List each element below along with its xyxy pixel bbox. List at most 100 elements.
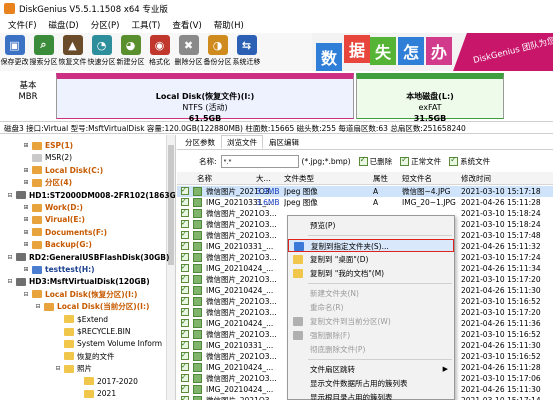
tree-node[interactable]: ⊞ ESP(1) xyxy=(22,139,73,152)
column-header-3[interactable]: 属性 xyxy=(373,172,388,185)
row-checkbox-icon[interactable] xyxy=(181,372,189,383)
tree-node[interactable]: ⊞ testtest(H:) xyxy=(22,263,94,276)
tree-node[interactable]: 2017-2020 xyxy=(74,375,138,388)
column-header-4[interactable]: 短文件名 xyxy=(402,172,432,185)
context-menu-item-12[interactable]: 文件扇区跳转 ▶ xyxy=(288,363,454,376)
table-row[interactable]: IMG_20210331_...3.6MBJpeg 图像AIMG_20~1.JP… xyxy=(177,196,553,208)
row-checkbox-icon[interactable] xyxy=(181,394,189,400)
collapse-icon[interactable]: ⊟ xyxy=(22,291,30,298)
row-checkbox-icon[interactable] xyxy=(181,295,189,306)
menu-item-5[interactable]: 帮助(H) xyxy=(208,19,250,31)
toolbar-button-1[interactable]: ⌕ 搜索分区 xyxy=(29,33,58,71)
row-checkbox-icon[interactable] xyxy=(181,339,189,350)
tree-node[interactable]: ⊞ Work(D:) xyxy=(22,201,82,214)
menu-item-4[interactable]: 查看(V) xyxy=(166,19,207,31)
tree-node[interactable]: $Extend xyxy=(54,313,108,326)
partition-block-recovery[interactable]: Local Disk(恢复文件)(I:) NTFS (活动) 61.5GB xyxy=(56,73,354,123)
tree-node[interactable]: ⊞ Documents(F:) xyxy=(22,226,107,239)
tree-node[interactable]: ⊟ Local Disk(恢复分区)(I:) xyxy=(22,288,137,301)
checkbox-icon[interactable] xyxy=(449,155,459,166)
expand-icon[interactable]: ⊞ xyxy=(22,179,30,186)
context-menu-item-3[interactable]: 复制到 "桌面"(D) xyxy=(288,253,454,266)
expand-icon[interactable]: ⊞ xyxy=(22,216,30,223)
partition-block-local-l[interactable]: 本地磁盘(L:) exFAT 31.5GB xyxy=(356,73,504,123)
checkbox-icon[interactable] xyxy=(358,155,368,166)
toolbar-button-2[interactable]: ▲ 恢复文件 xyxy=(58,33,87,71)
expand-icon[interactable]: ⊞ xyxy=(22,229,30,236)
row-checkbox-icon[interactable] xyxy=(181,262,189,273)
column-header-2[interactable]: 文件类型 xyxy=(284,172,314,185)
tab-2[interactable]: 扇区编辑 xyxy=(263,135,305,149)
menu-item-3[interactable]: 工具(T) xyxy=(125,19,166,31)
column-header-1[interactable]: 大... xyxy=(256,172,271,185)
row-checkbox-icon[interactable] xyxy=(181,350,189,361)
expand-icon[interactable]: ⊞ xyxy=(22,204,30,211)
toolbar-button-7[interactable]: ◑ 备份分区 xyxy=(203,33,232,71)
tab-0[interactable]: 分区参数 xyxy=(179,135,221,149)
expand-icon[interactable]: ⊞ xyxy=(22,142,30,149)
tree-node[interactable]: ⊞ Local Disk(C:) xyxy=(22,164,103,177)
collapse-icon[interactable]: ⊟ xyxy=(6,278,14,285)
context-menu-item-8[interactable]: 复制文件到当前分区(W) xyxy=(288,315,454,328)
toolbar-button-4[interactable]: ◕ 新建分区 xyxy=(116,33,145,71)
menu-item-2[interactable]: 分区(P) xyxy=(85,19,126,31)
row-checkbox-icon[interactable] xyxy=(181,218,189,229)
row-checkbox-icon[interactable] xyxy=(181,240,189,251)
expand-icon[interactable]: ⊞ xyxy=(22,266,30,273)
filter-option-1[interactable]: 正常文件 xyxy=(400,155,441,167)
collapse-icon[interactable]: ⊟ xyxy=(34,303,42,310)
row-checkbox-icon[interactable] xyxy=(181,196,189,207)
tree-node[interactable]: System Volume Inform xyxy=(54,337,162,350)
context-menu-item-6[interactable]: 新建文件夹(N) xyxy=(288,287,454,300)
context-menu-item-4[interactable]: 复制到 "我的文档"(M) xyxy=(288,267,454,280)
tree-node[interactable]: ⊟ HD3:MsftVirtualDisk(120GB) xyxy=(6,275,149,288)
tree-node[interactable]: $RECYCLE.BIN xyxy=(54,325,131,338)
row-checkbox-icon[interactable] xyxy=(181,306,189,317)
row-checkbox-icon[interactable] xyxy=(181,251,189,262)
column-header-0[interactable]: 名称 xyxy=(197,172,212,185)
context-menu-item-7[interactable]: 重命名(R) xyxy=(288,301,454,314)
expand-icon[interactable]: ⊞ xyxy=(22,241,30,248)
context-menu-item-2[interactable]: 复制到指定文件夹(S)... xyxy=(288,239,454,252)
row-checkbox-icon[interactable] xyxy=(181,317,189,328)
filter-option-2[interactable]: 系统文件 xyxy=(449,155,490,167)
context-menu-item-9[interactable]: 强制删除(F) xyxy=(288,329,454,342)
row-checkbox-icon[interactable] xyxy=(181,273,189,284)
tree-node[interactable]: ⊞ Virual(E:) xyxy=(22,213,84,226)
checkbox-icon[interactable] xyxy=(400,155,410,166)
context-menu-item-10[interactable]: 彻底删除文件(P) xyxy=(288,343,454,356)
menu-item-1[interactable]: 磁盘(D) xyxy=(43,19,85,31)
context-menu-item-14[interactable]: 显示根目录占用的簇列表 xyxy=(288,391,454,400)
tree-node[interactable]: ⊟ Local Disk(当前分区)(I:) xyxy=(34,300,149,313)
menu-item-0[interactable]: 文件(F) xyxy=(2,19,43,31)
row-checkbox-icon[interactable] xyxy=(181,185,189,196)
tree-node[interactable]: ⊟ 照片 xyxy=(54,362,92,375)
column-header-5[interactable]: 修改时间 xyxy=(461,172,491,185)
toolbar-button-3[interactable]: ◔ 快速分区 xyxy=(87,33,116,71)
toolbar-button-8[interactable]: ⇆ 系统迁移 xyxy=(232,33,261,71)
tree-node[interactable]: MSR(2) xyxy=(22,151,72,164)
row-checkbox-icon[interactable] xyxy=(181,229,189,240)
promo-banner[interactable]: DiskGenius 团队为您 数据失怎办 xyxy=(312,33,553,71)
name-filter-input[interactable] xyxy=(220,154,299,168)
row-checkbox-icon[interactable] xyxy=(181,328,189,339)
collapse-icon[interactable]: ⊟ xyxy=(54,365,62,372)
row-checkbox-icon[interactable] xyxy=(181,207,189,218)
row-checkbox-icon[interactable] xyxy=(181,284,189,295)
filter-option-0[interactable]: 已删除 xyxy=(358,155,392,167)
tab-1[interactable]: 浏览文件 xyxy=(221,135,263,149)
tree-node[interactable]: ⊟ RD2:GeneralUSBFlashDisk(30GB) xyxy=(6,251,169,264)
tree-node[interactable]: ⊞ Backup(G:) xyxy=(22,238,91,251)
toolbar-button-5[interactable]: ◉ 格式化 xyxy=(145,33,174,71)
collapse-icon[interactable]: ⊟ xyxy=(6,192,14,199)
context-menu-item-13[interactable]: 显示文件数据所占用的簇列表 xyxy=(288,377,454,390)
context-menu-item-0[interactable]: 预览(P) xyxy=(288,219,454,232)
tree-scrollbar-thumb[interactable] xyxy=(168,145,174,265)
row-checkbox-icon[interactable] xyxy=(181,361,189,372)
table-row[interactable]: 微信图片_2021O3...3.9MBJpeg 图像A微信图~4.JPG2021… xyxy=(177,185,553,197)
tree-node[interactable]: ⊟ HD1:ST2000DM008-2FR102(1863G xyxy=(6,189,175,202)
collapse-icon[interactable]: ⊟ xyxy=(6,254,14,261)
tree-node[interactable]: 恢复的文件 xyxy=(54,350,115,363)
row-checkbox-icon[interactable] xyxy=(181,383,189,394)
toolbar-button-6[interactable]: ✖ 删除分区 xyxy=(174,33,203,71)
